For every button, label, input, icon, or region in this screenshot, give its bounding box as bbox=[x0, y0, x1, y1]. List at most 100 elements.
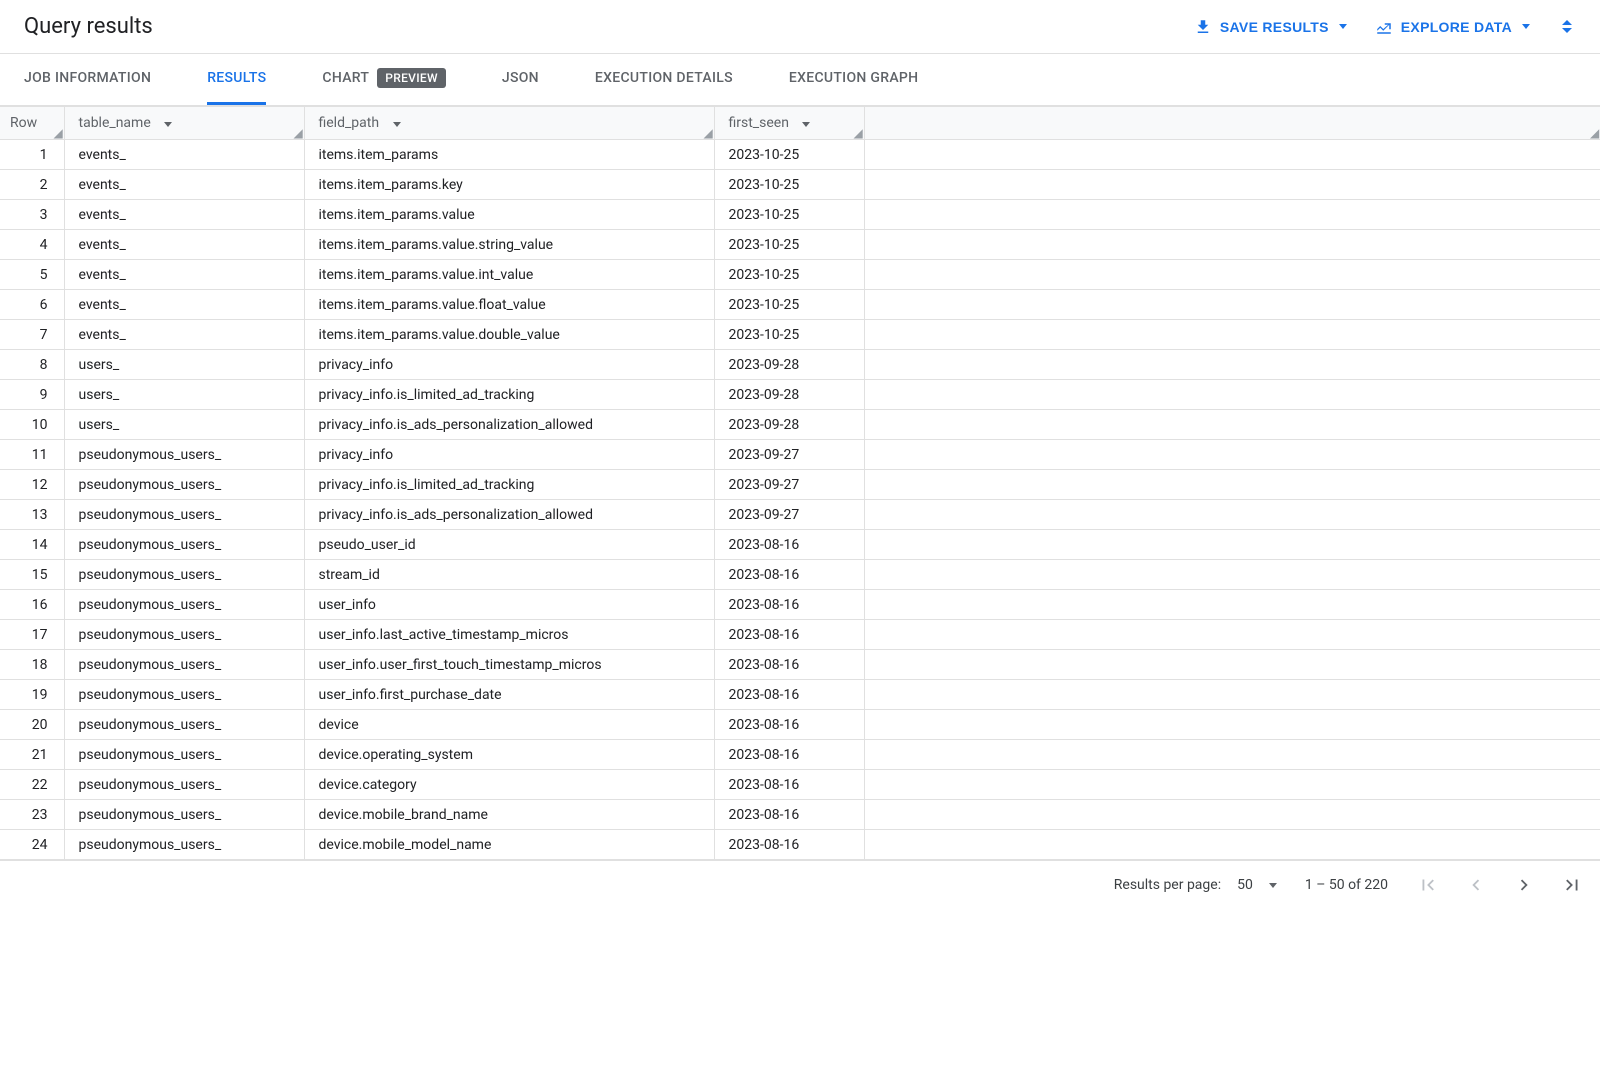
preview-badge: PREVIEW bbox=[377, 68, 446, 88]
sort-icon[interactable] bbox=[164, 122, 172, 127]
cell-first-seen: 2023-09-27 bbox=[714, 440, 864, 470]
row-number: 12 bbox=[0, 470, 64, 500]
cell-field-path: privacy_info.is_ads_personalization_allo… bbox=[304, 410, 714, 440]
cell-table-name: events_ bbox=[64, 170, 304, 200]
row-number: 5 bbox=[0, 260, 64, 290]
table-row: 11pseudonymous_users_privacy_info2023-09… bbox=[0, 440, 1600, 470]
column-header-field-path[interactable]: field_path ◢ bbox=[304, 107, 714, 140]
cell-empty bbox=[864, 830, 1600, 860]
cell-field-path: user_info.first_purchase_date bbox=[304, 680, 714, 710]
table-row: 24pseudonymous_users_device.mobile_model… bbox=[0, 830, 1600, 860]
cell-first-seen: 2023-10-25 bbox=[714, 230, 864, 260]
first-page-button[interactable] bbox=[1416, 873, 1440, 897]
table-row: 7events_items.item_params.value.double_v… bbox=[0, 320, 1600, 350]
cell-table-name: pseudonymous_users_ bbox=[64, 830, 304, 860]
pagination-range: 1 – 50 of 220 bbox=[1305, 877, 1388, 893]
sort-icon[interactable] bbox=[393, 122, 401, 127]
cell-empty bbox=[864, 500, 1600, 530]
table-row: 20pseudonymous_users_device2023-08-16 bbox=[0, 710, 1600, 740]
cell-field-path: privacy_info.is_ads_personalization_allo… bbox=[304, 500, 714, 530]
cell-empty bbox=[864, 680, 1600, 710]
table-row: 17pseudonymous_users_user_info.last_acti… bbox=[0, 620, 1600, 650]
row-number: 16 bbox=[0, 590, 64, 620]
row-number: 2 bbox=[0, 170, 64, 200]
cell-empty bbox=[864, 530, 1600, 560]
expand-collapse-button[interactable] bbox=[1558, 16, 1576, 37]
resize-handle-icon[interactable]: ◢ bbox=[1590, 129, 1598, 137]
cell-table-name: pseudonymous_users_ bbox=[64, 740, 304, 770]
table-row: 1events_items.item_params2023-10-25 bbox=[0, 140, 1600, 170]
table-row: 21pseudonymous_users_device.operating_sy… bbox=[0, 740, 1600, 770]
cell-first-seen: 2023-08-16 bbox=[714, 620, 864, 650]
cell-field-path: items.item_params.value.double_value bbox=[304, 320, 714, 350]
row-number: 1 bbox=[0, 140, 64, 170]
resize-handle-icon[interactable]: ◢ bbox=[704, 129, 712, 137]
chevron-left-icon bbox=[1465, 874, 1487, 896]
column-header-row[interactable]: Row ◢ bbox=[0, 107, 64, 140]
cell-empty bbox=[864, 290, 1600, 320]
cell-empty bbox=[864, 590, 1600, 620]
cell-first-seen: 2023-10-25 bbox=[714, 290, 864, 320]
next-page-button[interactable] bbox=[1512, 873, 1536, 897]
results-header: Query results SAVE RESULTS EXPLORE DATA bbox=[0, 0, 1600, 54]
table-row: 15pseudonymous_users_stream_id2023-08-16 bbox=[0, 560, 1600, 590]
cell-field-path: device bbox=[304, 710, 714, 740]
table-row: 5events_items.item_params.value.int_valu… bbox=[0, 260, 1600, 290]
results-per-page-label: Results per page: bbox=[1114, 877, 1221, 893]
prev-page-button[interactable] bbox=[1464, 873, 1488, 897]
results-table-container: Row ◢ table_name ◢ field_path ◢ first_se… bbox=[0, 106, 1600, 860]
tab-json[interactable]: JSON bbox=[502, 54, 539, 105]
row-number: 6 bbox=[0, 290, 64, 320]
tab-execution-details[interactable]: EXECUTION DETAILS bbox=[595, 54, 733, 105]
chevron-down-icon bbox=[1522, 24, 1530, 29]
tab-results[interactable]: RESULTS bbox=[207, 54, 266, 105]
save-results-button[interactable]: SAVE RESULTS bbox=[1194, 18, 1347, 36]
cell-table-name: events_ bbox=[64, 260, 304, 290]
table-row: 19pseudonymous_users_user_info.first_pur… bbox=[0, 680, 1600, 710]
resize-handle-icon[interactable]: ◢ bbox=[294, 129, 302, 137]
cell-field-path: privacy_info.is_limited_ad_tracking bbox=[304, 380, 714, 410]
cell-empty bbox=[864, 800, 1600, 830]
cell-first-seen: 2023-08-16 bbox=[714, 650, 864, 680]
cell-field-path: privacy_info.is_limited_ad_tracking bbox=[304, 470, 714, 500]
tab-execution-graph[interactable]: EXECUTION GRAPH bbox=[789, 54, 919, 105]
sort-icon[interactable] bbox=[802, 122, 810, 127]
table-row: 16pseudonymous_users_user_info2023-08-16 bbox=[0, 590, 1600, 620]
column-header-first-seen[interactable]: first_seen ◢ bbox=[714, 107, 864, 140]
page-size-value: 50 bbox=[1237, 877, 1253, 893]
page-title: Query results bbox=[24, 14, 153, 39]
row-number: 18 bbox=[0, 650, 64, 680]
cell-first-seen: 2023-10-25 bbox=[714, 170, 864, 200]
cell-table-name: pseudonymous_users_ bbox=[64, 500, 304, 530]
tab-job-information[interactable]: JOB INFORMATION bbox=[24, 54, 151, 105]
tab-chart[interactable]: CHART PREVIEW bbox=[322, 54, 445, 105]
cell-field-path: stream_id bbox=[304, 560, 714, 590]
pagination-footer: Results per page: 50 1 – 50 of 220 bbox=[0, 860, 1600, 909]
cell-empty bbox=[864, 140, 1600, 170]
last-page-icon bbox=[1561, 874, 1583, 896]
table-row: 10users_privacy_info.is_ads_personalizat… bbox=[0, 410, 1600, 440]
cell-field-path: device.operating_system bbox=[304, 740, 714, 770]
cell-field-path: user_info.user_first_touch_timestamp_mic… bbox=[304, 650, 714, 680]
cell-first-seen: 2023-08-16 bbox=[714, 830, 864, 860]
cell-first-seen: 2023-08-16 bbox=[714, 770, 864, 800]
cell-field-path: items.item_params.value.int_value bbox=[304, 260, 714, 290]
cell-empty bbox=[864, 260, 1600, 290]
cell-field-path: device.mobile_model_name bbox=[304, 830, 714, 860]
cell-first-seen: 2023-09-28 bbox=[714, 410, 864, 440]
cell-field-path: device.category bbox=[304, 770, 714, 800]
explore-data-button[interactable]: EXPLORE DATA bbox=[1375, 18, 1530, 36]
cell-table-name: pseudonymous_users_ bbox=[64, 770, 304, 800]
page-size-selector[interactable]: 50 bbox=[1237, 877, 1277, 893]
cell-first-seen: 2023-08-16 bbox=[714, 740, 864, 770]
last-page-button[interactable] bbox=[1560, 873, 1584, 897]
resize-handle-icon[interactable]: ◢ bbox=[54, 129, 62, 137]
row-number: 11 bbox=[0, 440, 64, 470]
table-row: 12pseudonymous_users_privacy_info.is_lim… bbox=[0, 470, 1600, 500]
resize-handle-icon[interactable]: ◢ bbox=[854, 129, 862, 137]
cell-table-name: pseudonymous_users_ bbox=[64, 530, 304, 560]
table-row: 8users_privacy_info2023-09-28 bbox=[0, 350, 1600, 380]
column-header-table-name[interactable]: table_name ◢ bbox=[64, 107, 304, 140]
results-table: Row ◢ table_name ◢ field_path ◢ first_se… bbox=[0, 106, 1600, 860]
explore-data-label: EXPLORE DATA bbox=[1401, 19, 1512, 35]
